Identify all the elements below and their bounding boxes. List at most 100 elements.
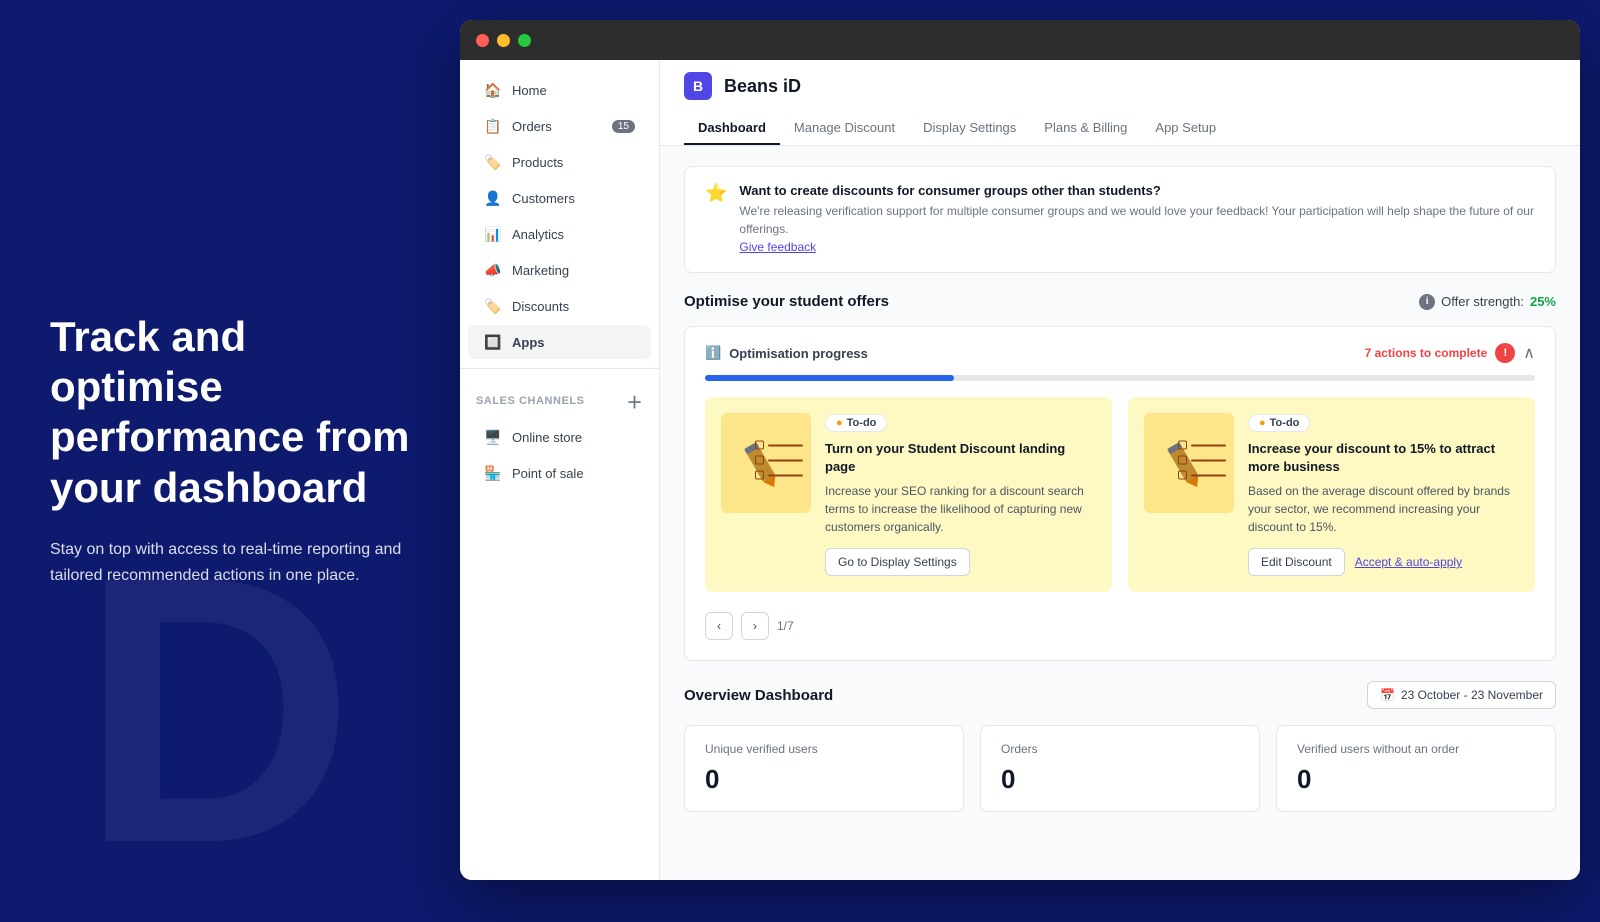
- accept-auto-apply-button[interactable]: Accept & auto-apply: [1355, 555, 1462, 569]
- add-channel-icon[interactable]: ＋: [626, 389, 643, 413]
- sidebar-item-home[interactable]: 🏠 Home: [468, 73, 651, 107]
- tab-display-settings[interactable]: Display Settings: [909, 112, 1030, 145]
- card-body-1: ● To-do Turn on your Student Discount la…: [825, 413, 1096, 576]
- sidebar-item-label: Customers: [512, 191, 575, 206]
- card-actions-1: Go to Display Settings: [825, 548, 1096, 576]
- sidebar-item-customers[interactable]: 👤 Customers: [468, 181, 651, 215]
- metric-value-orders: 0: [1001, 764, 1239, 795]
- main-content: B Beans iD Dashboard Manage Discount Dis…: [660, 60, 1580, 880]
- feedback-icon: ⭐: [705, 183, 727, 204]
- browser-window: 🏠 Home 📋 Orders 15 🏷️ Products 👤 Custome…: [460, 20, 1580, 880]
- tab-manage-discount[interactable]: Manage Discount: [780, 112, 909, 145]
- sidebar-item-apps[interactable]: 🔲 Apps: [468, 325, 651, 359]
- tab-plans-billing[interactable]: Plans & Billing: [1030, 112, 1141, 145]
- metric-label-orders: Orders: [1001, 742, 1239, 756]
- sidebar-item-orders[interactable]: 📋 Orders 15: [468, 109, 651, 143]
- metric-label-unique-users: Unique verified users: [705, 742, 943, 756]
- card-desc-2: Based on the average discount offered by…: [1248, 482, 1519, 536]
- page-info: 1/7: [777, 619, 794, 633]
- card-title-2: Increase your discount to 15% to attract…: [1248, 440, 1519, 476]
- left-panel: Track and optimise performance from your…: [0, 252, 460, 649]
- marketing-icon: 📣: [484, 261, 502, 279]
- calendar-icon: 📅: [1380, 688, 1395, 702]
- sidebar-item-label: Online store: [512, 430, 582, 445]
- sidebar: 🏠 Home 📋 Orders 15 🏷️ Products 👤 Custome…: [460, 60, 660, 880]
- opt-actions: 7 actions to complete ! ∧: [1365, 343, 1535, 363]
- card-title-1: Turn on your Student Discount landing pa…: [825, 440, 1096, 476]
- feedback-body: Want to create discounts for consumer gr…: [739, 183, 1535, 256]
- traffic-light-red[interactable]: [476, 34, 489, 47]
- analytics-icon: 📊: [484, 225, 502, 243]
- products-icon: 🏷️: [484, 153, 502, 171]
- tab-nav: Dashboard Manage Discount Display Settin…: [684, 112, 1556, 145]
- offer-strength: i Offer strength: 25%: [1419, 294, 1556, 310]
- feedback-banner: ⭐ Want to create discounts for consumer …: [684, 166, 1556, 273]
- todo-card-1: ● To-do Turn on your Student Discount la…: [705, 397, 1112, 592]
- app-header-top: B Beans iD: [684, 72, 1556, 100]
- metric-value-no-order: 0: [1297, 764, 1535, 795]
- check-lines-1: [755, 441, 803, 486]
- offer-strength-label: Offer strength:: [1441, 294, 1524, 309]
- prev-page-button[interactable]: ‹: [705, 612, 733, 640]
- opt-box-title: ℹ️ Optimisation progress: [705, 345, 868, 361]
- card-illustration-1: [721, 413, 811, 513]
- app-title: Beans iD: [724, 76, 801, 97]
- browser-titlebar: [460, 20, 1580, 60]
- pos-icon: 🏪: [484, 464, 502, 482]
- pagination: ‹ › 1/7: [705, 608, 1535, 644]
- overview-title: Overview Dashboard: [684, 687, 833, 704]
- edit-discount-button[interactable]: Edit Discount: [1248, 548, 1345, 576]
- tab-app-setup[interactable]: App Setup: [1141, 112, 1230, 145]
- check-lines-2: [1178, 441, 1226, 486]
- feedback-title: Want to create discounts for consumer gr…: [739, 183, 1535, 198]
- actions-text: 7 actions to complete: [1365, 346, 1488, 360]
- feedback-link[interactable]: Give feedback: [739, 240, 816, 254]
- overview-header: Overview Dashboard 📅 23 October - 23 Nov…: [684, 681, 1556, 709]
- sidebar-item-pos[interactable]: 🏪 Point of sale: [468, 456, 651, 490]
- content-area: ⭐ Want to create discounts for consumer …: [660, 146, 1580, 880]
- online-store-icon: 🖥️: [484, 428, 502, 446]
- tab-dashboard[interactable]: Dashboard: [684, 112, 780, 145]
- opt-box-header: ℹ️ Optimisation progress 7 actions to co…: [705, 343, 1535, 363]
- todo-card-2: ● To-do Increase your discount to 15% to…: [1128, 397, 1535, 592]
- sidebar-item-label: Products: [512, 155, 563, 170]
- hero-description: Stay on top with access to real-time rep…: [50, 537, 410, 588]
- go-to-display-settings-button[interactable]: Go to Display Settings: [825, 548, 970, 576]
- traffic-light-green[interactable]: [518, 34, 531, 47]
- sidebar-item-marketing[interactable]: 📣 Marketing: [468, 253, 651, 287]
- optimise-header: Optimise your student offers i Offer str…: [684, 293, 1556, 310]
- collapse-button[interactable]: ∧: [1523, 343, 1535, 363]
- offer-strength-value: 25%: [1530, 294, 1556, 309]
- sidebar-item-label: Analytics: [512, 227, 564, 242]
- sidebar-item-analytics[interactable]: 📊 Analytics: [468, 217, 651, 251]
- optimise-title: Optimise your student offers: [684, 293, 889, 310]
- apps-icon: 🔲: [484, 333, 502, 351]
- sidebar-item-online-store[interactable]: 🖥️ Online store: [468, 420, 651, 454]
- date-range: 23 October - 23 November: [1401, 688, 1543, 702]
- metrics-row: Unique verified users 0 Orders 0 Verifie…: [684, 725, 1556, 812]
- app-logo: B: [684, 72, 712, 100]
- next-page-button[interactable]: ›: [741, 612, 769, 640]
- sales-channels-title: SALES CHANNELS ＋: [460, 377, 659, 419]
- sidebar-item-discounts[interactable]: 🏷️ Discounts: [468, 289, 651, 323]
- progress-bar: [705, 375, 1535, 381]
- card-actions-2: Edit Discount Accept & auto-apply: [1248, 548, 1519, 576]
- optimisation-box: ℹ️ Optimisation progress 7 actions to co…: [684, 326, 1556, 661]
- app-header: B Beans iD Dashboard Manage Discount Dis…: [660, 60, 1580, 146]
- sidebar-item-products[interactable]: 🏷️ Products: [468, 145, 651, 179]
- metric-label-no-order: Verified users without an order: [1297, 742, 1535, 756]
- metric-card-unique-users: Unique verified users 0: [684, 725, 964, 812]
- sidebar-item-label: Apps: [512, 335, 545, 350]
- discounts-icon: 🏷️: [484, 297, 502, 315]
- traffic-light-yellow[interactable]: [497, 34, 510, 47]
- cards-row: ● To-do Turn on your Student Discount la…: [705, 397, 1535, 592]
- date-picker[interactable]: 📅 23 October - 23 November: [1367, 681, 1556, 709]
- todo-badge-1: ● To-do: [825, 414, 887, 432]
- todo-badge-2: ● To-do: [1248, 414, 1310, 432]
- card-desc-1: Increase your SEO ranking for a discount…: [825, 482, 1096, 536]
- card-illustration-2: [1144, 413, 1234, 513]
- home-icon: 🏠: [484, 81, 502, 99]
- metric-value-unique-users: 0: [705, 764, 943, 795]
- sidebar-item-label: Home: [512, 83, 547, 98]
- info-icon: i: [1419, 294, 1435, 310]
